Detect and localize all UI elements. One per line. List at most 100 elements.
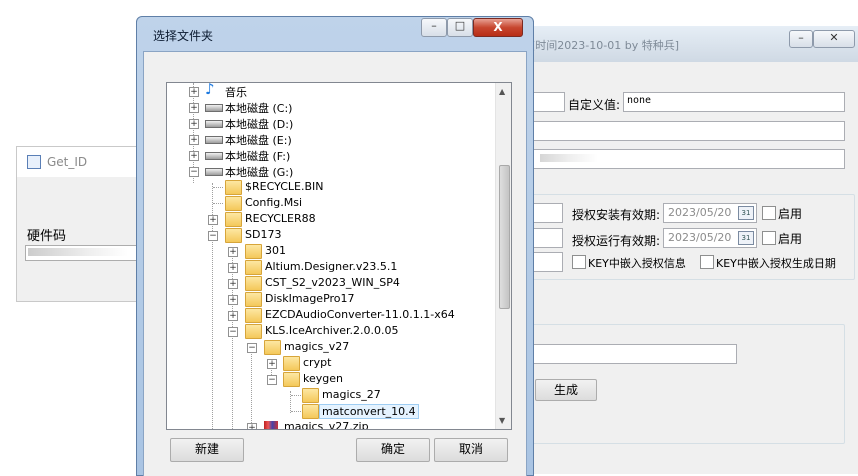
new-folder-button[interactable]: 新建 [170,438,244,462]
archive-icon [264,421,278,429]
folder-icon [245,260,262,275]
tree-item[interactable]: + EZCDAudioConverter-11.0.1.1-x64 [167,307,493,323]
drive-icon [205,168,223,176]
tree-item[interactable]: + magics_v27.zip [167,419,493,429]
collapse-icon[interactable]: − [189,167,199,177]
custom-value-text: none [627,95,652,106]
tree-item[interactable]: + 301 [167,243,493,259]
folder-icon [225,180,242,195]
dialog-close-button[interactable]: X [473,18,523,37]
expand-icon[interactable]: + [189,87,199,97]
drive-icon [205,152,223,160]
dialog-maximize-button[interactable]: □ [447,18,473,37]
tree-scrollbar[interactable]: ▲ ▼ [495,83,511,429]
tree-item[interactable]: − 本地磁盘 (G:) [167,163,493,179]
expand-icon[interactable]: + [208,215,218,225]
tree-item[interactable]: − keygen [167,371,493,387]
dialog-minimize-button[interactable]: – [421,18,447,37]
folder-dialog: 选择文件夹 – □ X + ♪ 音乐 + 本地磁盘 (C:) + 本地磁盘 (D… [136,16,534,476]
folder-icon [283,356,300,371]
app-icon [27,155,41,169]
output-input[interactable] [513,344,737,364]
scroll-up-icon[interactable]: ▲ [499,87,505,96]
calendar-icon[interactable]: 31 [738,231,754,245]
install-date-value: 2023/05/20 [668,206,732,219]
tree-item[interactable]: + 本地磁盘 (C:) [167,99,493,115]
tree-item-selected[interactable]: matconvert_10.4 [167,403,493,419]
install-enable-checkbox[interactable] [762,206,776,220]
tree-item[interactable]: + Altium.Designer.v23.5.1 [167,259,493,275]
tree-item[interactable]: − KLS.IceArchiver.2.0.0.05 [167,323,493,339]
tree-item[interactable]: − SD173 [167,227,493,243]
expand-icon[interactable]: + [228,247,238,257]
keygen-main-window: [时间2023-10-01 by 特种兵] – ✕ 自定义值: none 授权安… [512,26,858,474]
input-field-2[interactable] [513,121,845,141]
expand-icon[interactable]: + [189,103,199,113]
hardware-code-field[interactable] [25,245,143,261]
run-date-value: 2023/05/20 [668,231,732,244]
expand-icon[interactable]: + [228,311,238,321]
expand-icon[interactable]: + [189,119,199,129]
expand-icon[interactable]: + [189,135,199,145]
input-field-3[interactable] [513,149,845,169]
tree-item[interactable]: + 本地磁盘 (E:) [167,131,493,147]
tree-item[interactable]: + 本地磁盘 (F:) [167,147,493,163]
drive-icon [205,136,223,144]
tree-line [291,395,301,396]
tree-item-label: 本地磁盘 (D:) [225,118,294,131]
minimize-button[interactable]: – [789,30,813,48]
tree-item-label: 本地磁盘 (C:) [225,102,293,115]
tree-item[interactable]: + DiskImagePro17 [167,291,493,307]
run-date-picker[interactable]: 2023/05/20 31 [663,228,757,248]
collapse-icon[interactable]: − [228,327,238,337]
custom-value-input[interactable]: none [623,92,845,112]
tree-item-label: $RECYCLE.BIN [245,180,324,193]
folder-icon [302,404,319,419]
run-enable-checkbox[interactable] [762,231,776,245]
tree-item[interactable]: + RECYCLER88 [167,211,493,227]
expand-icon[interactable]: + [189,151,199,161]
custom-value-label: 自定义值: [568,98,621,112]
collapse-icon[interactable]: − [267,375,277,385]
expand-icon[interactable]: + [247,423,257,429]
tree-item-label: magics_27 [322,388,381,401]
calendar-icon[interactable]: 31 [738,206,754,220]
install-date-picker[interactable]: 2023/05/20 31 [663,203,757,223]
tree-item[interactable]: + 本地磁盘 (D:) [167,115,493,131]
tree-item[interactable]: magics_27 [167,387,493,403]
folder-icon [225,212,242,227]
ok-button[interactable]: 确定 [356,438,430,462]
tree-item[interactable]: + crypt [167,355,493,371]
expand-icon[interactable]: + [228,295,238,305]
generate-button[interactable]: 生成 [535,379,597,401]
embed-date-checkbox[interactable] [700,255,714,269]
folder-icon [225,228,242,243]
folder-icon [245,244,262,259]
expand-icon[interactable]: + [228,279,238,289]
tree-item-label: matconvert_10.4 [319,404,419,419]
tree-item[interactable]: $RECYCLE.BIN [167,179,493,195]
expand-icon[interactable]: + [267,359,277,369]
tree-item[interactable]: + ♪ 音乐 [167,83,493,99]
tree-item-label: 本地磁盘 (F:) [225,150,291,163]
tree-item-label: 本地磁盘 (G:) [225,166,294,179]
install-enable-label: 启用 [778,207,803,221]
tree-item-label: 301 [265,244,286,257]
tree-item-label: Altium.Designer.v23.5.1 [265,260,398,273]
scroll-down-icon[interactable]: ▼ [499,416,505,425]
collapse-icon[interactable]: − [247,343,257,353]
expand-icon[interactable]: + [228,263,238,273]
tree-item[interactable]: − magics_v27 [167,339,493,355]
tree-item[interactable]: Config.Msi [167,195,493,211]
folder-icon [245,308,262,323]
scrollbar-thumb[interactable] [499,165,510,309]
tree-item-label: Config.Msi [245,196,303,209]
collapse-icon[interactable]: − [208,231,218,241]
folder-tree[interactable]: + ♪ 音乐 + 本地磁盘 (C:) + 本地磁盘 (D:) + 本地磁盘 (E… [166,82,512,430]
close-button[interactable]: ✕ [813,30,855,48]
tree-item[interactable]: + CST_S2_v2023_WIN_SP4 [167,275,493,291]
hardware-code-label: 硬件码 [27,229,67,244]
tree-item-label: magics_v27 [284,340,350,353]
embed-info-checkbox[interactable] [572,255,586,269]
cancel-button[interactable]: 取消 [434,438,508,462]
